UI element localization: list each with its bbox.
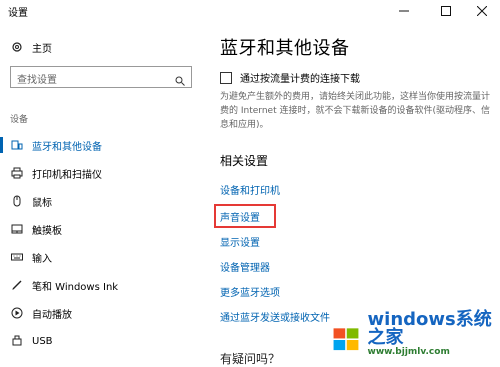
nav-home[interactable]: 主页 (10, 38, 52, 56)
mouse-icon (10, 194, 24, 208)
title-bar: 设置 (0, 0, 500, 22)
keyboard-icon (10, 250, 24, 264)
link-more-bluetooth-options[interactable]: 更多蓝牙选项 (220, 284, 280, 299)
sidebar-item-autoplay[interactable]: 自动播放 (0, 302, 200, 324)
close-button[interactable] (462, 0, 500, 22)
sidebar-item-label: 笔和 Windows Ink (32, 281, 119, 293)
maximize-icon (441, 6, 451, 16)
pen-icon (10, 278, 24, 292)
link-display-settings[interactable]: 显示设置 (220, 234, 260, 249)
sidebar-item-pen[interactable]: 笔和 Windows Ink (0, 274, 200, 296)
group-label-devices: 设备 (10, 115, 29, 125)
sidebar-item-typing[interactable]: 输入 (0, 246, 200, 268)
watermark-text-group: windows系统之家 www.bjjmlv.com (367, 309, 492, 358)
minimize-button[interactable] (384, 0, 424, 22)
metered-download-checkbox-row[interactable]: 通过按流量计费的连接下载 (220, 70, 360, 85)
maximize-button[interactable] (426, 0, 466, 22)
windows-logo-icon (333, 328, 359, 351)
nav-home-label: 主页 (32, 43, 52, 55)
link-device-manager[interactable]: 设备管理器 (220, 259, 270, 274)
watermark: windows系统之家 www.bjjmlv.com (332, 311, 492, 357)
active-indicator (0, 137, 3, 153)
sidebar-item-printers[interactable]: 打印机和扫描仪 (0, 162, 200, 184)
sidebar-item-bluetooth[interactable]: 蓝牙和其他设备 (0, 134, 200, 156)
watermark-text: windows系统之家 (367, 309, 492, 348)
link-sound-settings[interactable]: 声音设置 (220, 209, 260, 224)
search-input[interactable]: 查找设置 (17, 71, 57, 86)
sidebar-item-label: 鼠标 (32, 197, 52, 209)
metered-download-label: 通过按流量计费的连接下载 (240, 74, 360, 85)
printer-icon (10, 166, 24, 180)
gear-icon (10, 40, 24, 54)
search-icon[interactable] (175, 71, 185, 90)
link-devices-printers[interactable]: 设备和打印机 (220, 182, 280, 197)
sidebar-item-mouse[interactable]: 鼠标 (0, 190, 200, 212)
usb-icon (10, 334, 24, 348)
page-title: 蓝牙和其他设备 (220, 38, 350, 59)
search-box[interactable]: 查找设置 (10, 66, 192, 88)
sidebar-item-label: 自动播放 (32, 309, 72, 321)
metered-description: 为避免产生额外的费用，请始终关闭此功能，这样当你使用按流量计费的 Interne… (220, 92, 491, 130)
minimize-icon (399, 10, 409, 12)
sidebar-item-label: 输入 (32, 253, 52, 265)
bluetooth-icon (10, 138, 24, 152)
sidebar-item-touchpad[interactable]: 触摸板 (0, 218, 200, 240)
window-title: 设置 (8, 8, 28, 19)
metered-download-checkbox[interactable] (220, 71, 232, 84)
related-settings-heading: 相关设置 (220, 154, 269, 168)
autoplay-icon (10, 306, 24, 320)
sidebar-item-label: USB (32, 335, 53, 347)
sidebar: 主页 查找设置 设备 蓝牙和其他设备 打印机和扫描仪 鼠标 触摸板 输入 笔和 … (0, 22, 200, 361)
sidebar-item-label: 蓝牙和其他设备 (32, 141, 102, 153)
sidebar-item-label: 打印机和扫描仪 (32, 169, 102, 181)
link-bluetooth-file-transfer[interactable]: 通过蓝牙发送或接收文件 (220, 309, 330, 324)
sidebar-item-label: 触摸板 (32, 225, 62, 237)
touchpad-icon (10, 222, 24, 236)
sidebar-item-usb[interactable]: USB (0, 330, 200, 352)
watermark-subtext: www.bjjmlv.com (367, 347, 450, 357)
close-icon (477, 6, 487, 16)
have-a-question-heading: 有疑问吗？ (220, 352, 281, 366)
